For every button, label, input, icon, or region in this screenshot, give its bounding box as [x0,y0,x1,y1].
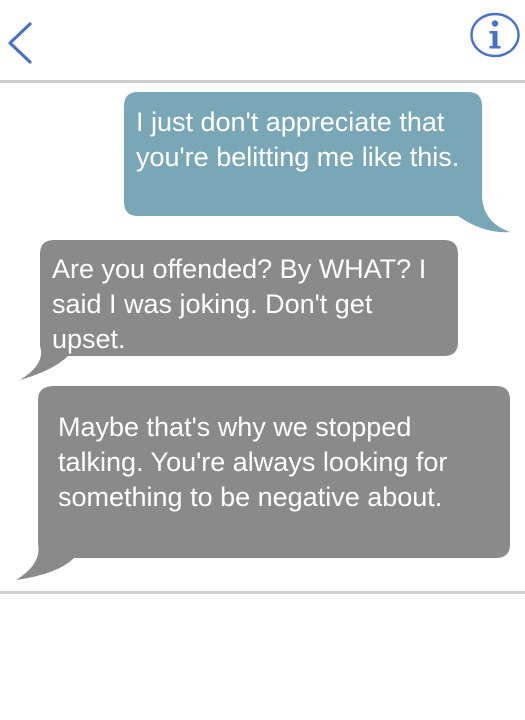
info-circle-icon [470,12,520,58]
sent-message-bubble[interactable]: I just don't appreciate that you're beli… [124,92,512,236]
message-text: I just don't appreciate that you're beli… [136,107,460,172]
message-text: Maybe that's why we stopped talking. You… [58,412,448,512]
message-thread: I just don't appreciate that you're beli… [0,83,525,591]
info-button[interactable] [469,12,521,58]
received-message-bubble[interactable]: Maybe that's why we stopped talking. You… [16,386,512,586]
chat-header [0,0,525,82]
footer-divider [0,591,525,594]
chevron-left-icon [8,22,32,64]
message-text: Are you offended? By WHAT? I said I was … [52,254,427,354]
received-message-bubble[interactable]: Are you offended? By WHAT? I said I was … [18,240,460,382]
back-button[interactable] [4,20,38,66]
